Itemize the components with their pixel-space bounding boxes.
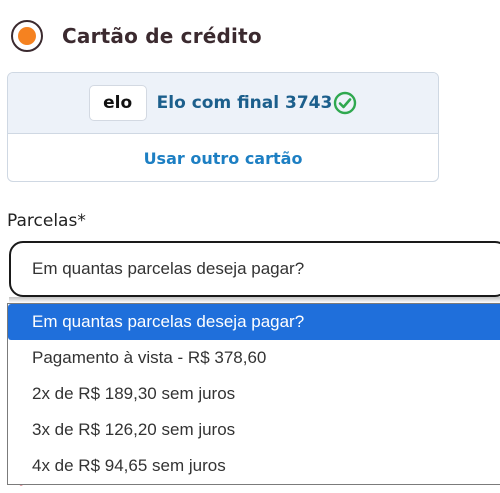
installment-option[interactable]: 2x de R$ 189,30 sem juros: [8, 376, 500, 412]
installments-select-value: Em quantas parcelas deseja pagar?: [32, 259, 305, 278]
bottom-edge: [0, 486, 500, 493]
elo-logo-icon: elo: [88, 85, 147, 121]
installments-dropdown: Em quantas parcelas deseja pagar? Pagame…: [7, 303, 500, 485]
installments-select[interactable]: Em quantas parcelas deseja pagar?: [9, 241, 500, 297]
installment-option[interactable]: 3x de R$ 126,20 sem juros: [8, 412, 500, 448]
installment-option[interactable]: 4x de R$ 94,65 sem juros: [8, 448, 500, 484]
payment-method-option[interactable]: Cartão de crédito: [11, 17, 262, 55]
installment-option[interactable]: Pagamento à vista - R$ 378,60: [8, 340, 500, 376]
payment-method-title: Cartão de crédito: [62, 24, 262, 48]
installments-label: Parcelas*: [7, 211, 86, 231]
saved-card-row[interactable]: elo Elo com final 3743: [8, 73, 438, 134]
installment-option[interactable]: Em quantas parcelas deseja pagar?: [8, 304, 500, 340]
saved-card-label: Elo com final 3743: [156, 93, 333, 113]
check-circle-icon: [334, 91, 357, 115]
payment-page: Cartão de crédito elo Elo com final 3743…: [0, 0, 500, 493]
saved-card-box: elo Elo com final 3743 Usar outro cartão: [7, 72, 439, 182]
use-other-card-link[interactable]: Usar outro cartão: [8, 134, 438, 181]
radio-selected-dot: [18, 27, 36, 45]
payment-method-radio[interactable]: [11, 20, 43, 52]
